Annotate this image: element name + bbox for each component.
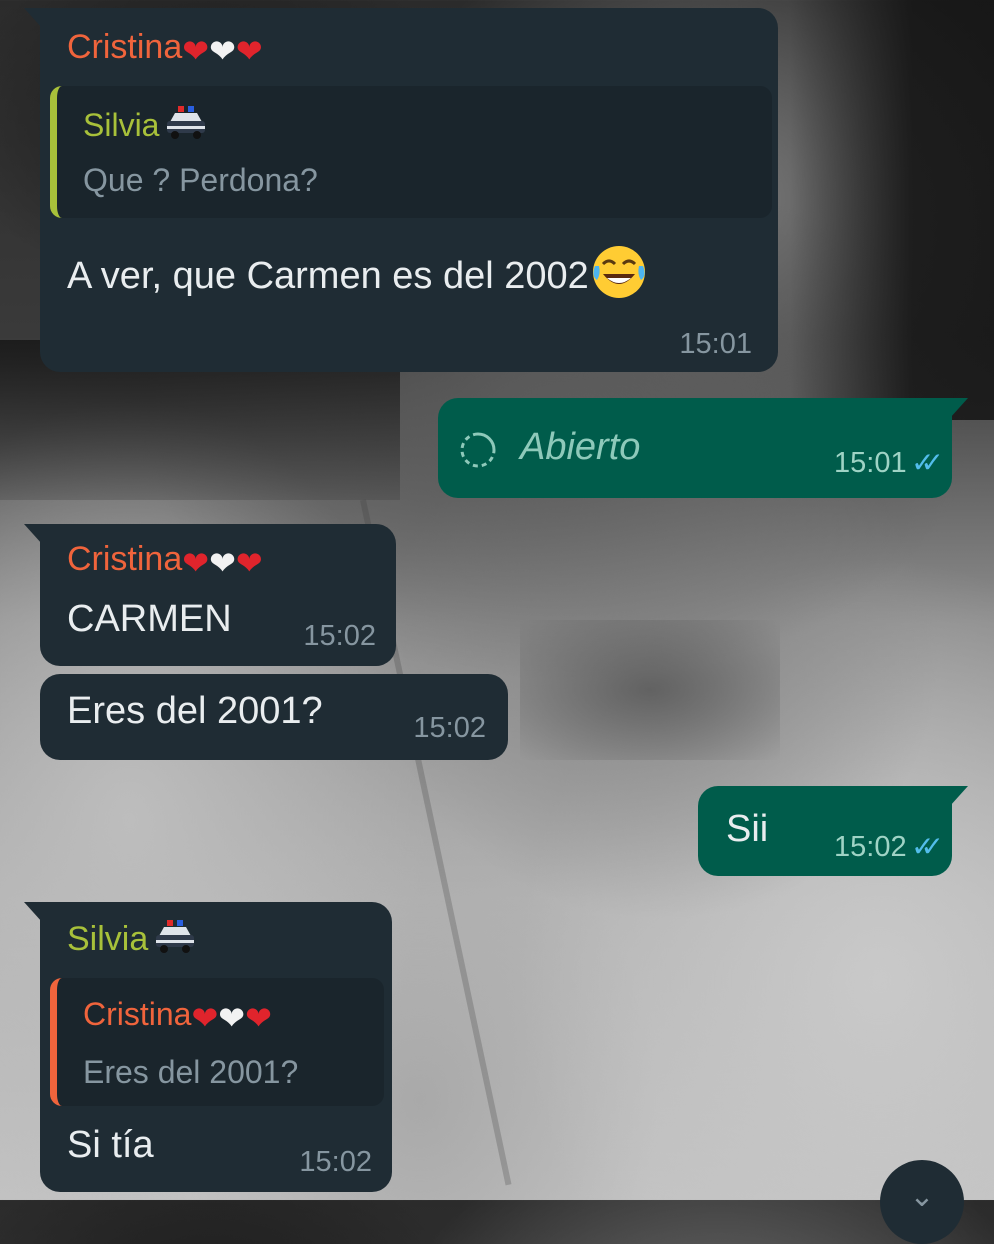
tears-of-joy-icon [592, 246, 645, 298]
message-bubble-outgoing[interactable]: Abierto 15:01 ✓✓ [438, 398, 968, 498]
message-time: 15:01 [834, 447, 907, 479]
message-text: Si tía [67, 1124, 154, 1166]
double-check-icon: ✓✓ [911, 447, 944, 478]
sender-name: Cristina❤❤❤ [67, 28, 263, 70]
quoted-sender: Cristina [83, 996, 192, 1032]
sender-name-text: Cristina [67, 540, 183, 578]
quoted-text: Que ? Perdona? [83, 162, 318, 198]
message-time: 15:02 [299, 1146, 372, 1178]
message-bubble-outgoing[interactable]: Sii 15:02 ✓✓ [698, 786, 968, 876]
message-bubble-incoming[interactable]: Cristina❤❤❤ Silvia Que ? Perdona? A ver,… [24, 8, 778, 372]
message-text: A ver, que Carmen es del 2002 [67, 255, 589, 297]
chevron-down-icon: ⌄ [909, 1180, 935, 1213]
police-car-icon [166, 106, 205, 139]
view-once-label: Abierto [520, 426, 641, 468]
view-once-icon [460, 432, 496, 468]
message-content: A ver, que Carmen es del 2002 [67, 242, 649, 302]
white-heart-icon: ❤ [209, 33, 236, 69]
hearts-icon: ❤❤❤ [182, 544, 262, 582]
message-time: 15:02 [303, 620, 376, 652]
white-heart-icon: ❤ [218, 1000, 246, 1036]
quoted-message[interactable]: Cristina❤❤❤ Eres del 2001? [50, 978, 384, 1106]
message-time: 15:01 [679, 328, 752, 360]
hearts-icon: ❤❤❤ [191, 999, 271, 1037]
red-heart-icon: ❤ [182, 33, 210, 69]
message-meta: 15:01 ✓✓ [834, 446, 944, 480]
red-heart-icon: ❤ [235, 545, 263, 581]
double-check-icon: ✓✓ [911, 831, 944, 862]
red-heart-icon: ❤ [182, 545, 210, 581]
sender-name-text: Cristina [67, 28, 183, 66]
red-heart-icon: ❤ [191, 1000, 219, 1036]
quoted-sender: Silvia [83, 107, 160, 143]
message-time: 15:02 [834, 831, 907, 863]
white-heart-icon: ❤ [209, 545, 236, 581]
sender-name: Silvia [67, 918, 197, 959]
message-text: Eres del 2001? [67, 690, 323, 732]
scroll-down-button[interactable]: ⌄ [880, 1160, 964, 1244]
message-text: Sii [726, 808, 769, 850]
message-text: CARMEN [67, 598, 232, 640]
message-bubble-incoming[interactable]: Eres del 2001? 15:02 [40, 674, 508, 760]
quoted-message[interactable]: Silvia Que ? Perdona? [50, 86, 772, 218]
hearts-icon: ❤❤❤ [182, 32, 262, 70]
police-car-icon [155, 920, 194, 953]
red-heart-icon: ❤ [245, 1000, 272, 1036]
sender-name: Cristina❤❤❤ [67, 540, 263, 582]
message-meta: 15:02 ✓✓ [834, 830, 944, 864]
message-bubble-incoming[interactable]: Cristina❤❤❤ CARMEN 15:02 [24, 524, 396, 666]
quoted-text: Eres del 2001? [83, 1054, 299, 1090]
message-time: 15:02 [413, 712, 486, 744]
red-heart-icon: ❤ [235, 33, 263, 69]
sender-name-text: Silvia [67, 920, 149, 958]
message-bubble-incoming[interactable]: Silvia Cristina❤❤❤ Eres del 2001? Si tía… [24, 902, 392, 1192]
